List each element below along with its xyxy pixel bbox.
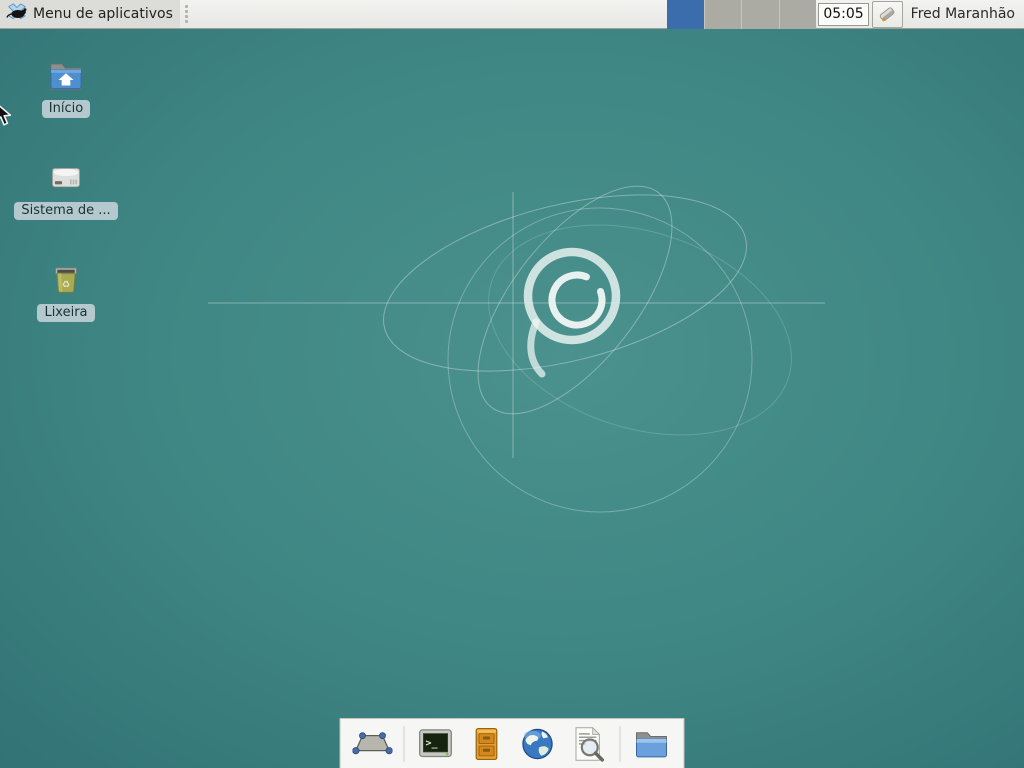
desktop-icon-filesystem[interactable]: Sistema de ... [11, 159, 121, 220]
desktop-icon-label: Início [42, 100, 90, 118]
debian-swirl-wallpaper-art [200, 100, 900, 640]
workspace-3[interactable] [742, 0, 780, 29]
application-finder-button[interactable] [566, 723, 612, 765]
home-folder-icon [47, 57, 85, 95]
file-cabinet-icon [468, 725, 506, 763]
desktop-icon-label: Sistema de ... [14, 202, 117, 220]
applications-menu-button[interactable]: Menu de aplicativos [0, 0, 180, 28]
globe-icon [518, 724, 558, 764]
show-desktop-button[interactable] [350, 723, 396, 765]
web-browser-launcher-button[interactable] [515, 723, 561, 765]
harddisk-icon [47, 159, 85, 197]
applications-menu-label: Menu de aplicativos [33, 6, 173, 22]
bottom-dock-panel: >_ [340, 718, 685, 768]
desktop-icon-label: Lixeira [37, 304, 94, 322]
svg-text:♻: ♻ [62, 280, 71, 291]
desktop-screen: Menu de aplicativos 05:05 Fred Maranhão [0, 0, 1024, 768]
session-user-menu[interactable]: Fred Maranhão [911, 6, 1015, 22]
panel-clock[interactable]: 05:05 [818, 3, 868, 26]
desktop-icon-trash[interactable]: ♻ Lixeira [11, 261, 121, 322]
search-document-icon [569, 724, 609, 764]
eraser-icon [877, 4, 897, 24]
file-manager-launcher-button[interactable] [629, 723, 675, 765]
workspace-2[interactable] [705, 0, 743, 29]
top-panel: Menu de aplicativos 05:05 Fred Maranhão [0, 0, 1024, 29]
panel-plugin-button[interactable] [872, 1, 903, 28]
xfce-menu-icon [6, 3, 28, 25]
workspace-4[interactable] [780, 0, 817, 29]
dock-separator [404, 726, 405, 762]
terminal-launcher-button[interactable]: >_ [413, 723, 459, 765]
file-cabinet-launcher-button[interactable] [464, 723, 510, 765]
panel-grip-handle[interactable] [182, 5, 191, 23]
workspace-switcher[interactable] [667, 0, 816, 29]
desktop-icon-home[interactable]: Início [11, 57, 121, 118]
show-desktop-icon [353, 724, 393, 764]
folder-icon [632, 724, 672, 764]
trash-icon: ♻ [47, 261, 85, 299]
dock-separator [620, 726, 621, 762]
terminal-icon: >_ [416, 724, 456, 764]
svg-text:>_: >_ [426, 738, 439, 749]
workspace-1[interactable] [667, 0, 705, 29]
